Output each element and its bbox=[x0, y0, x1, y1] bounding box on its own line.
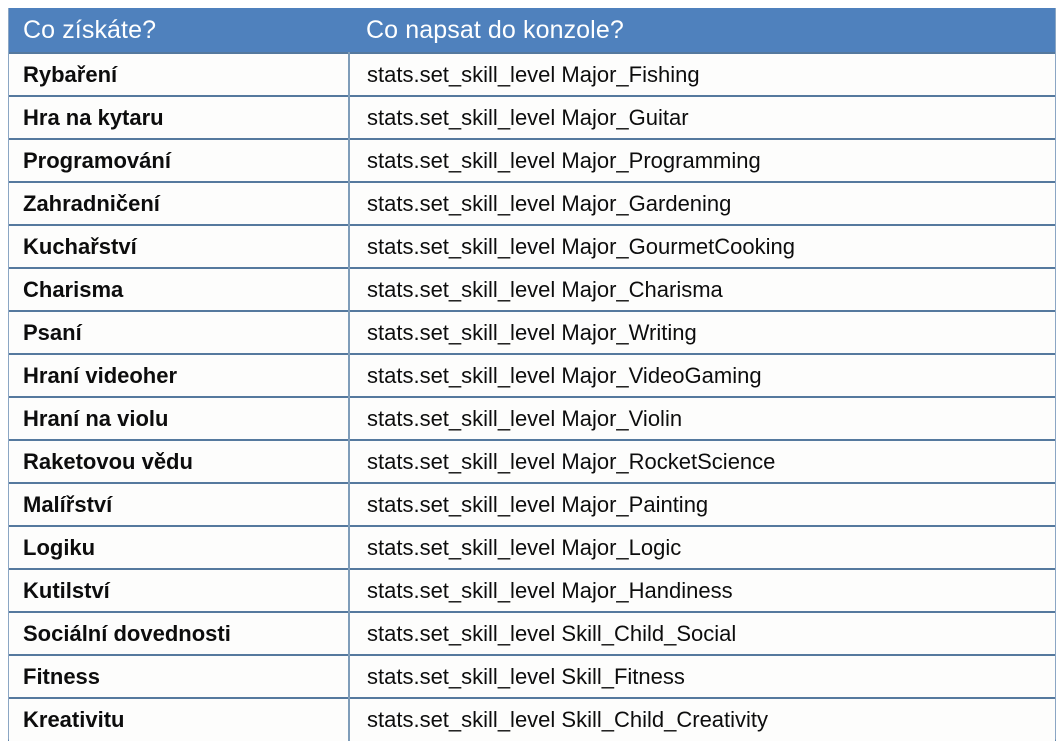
cell-cheat-command: stats.set_skill_level Major_Fishing bbox=[349, 52, 1055, 96]
cell-cheat-command: stats.set_skill_level Major_Programming bbox=[349, 138, 1055, 182]
cell-skill-name: Hraní na violu bbox=[9, 396, 350, 440]
cell-cheat-command: stats.set_skill_level Major_Guitar bbox=[349, 95, 1055, 139]
table-row: Kuchařství stats.set_skill_level Major_Go… bbox=[9, 224, 1055, 268]
cell-skill-name: Logiku bbox=[9, 525, 350, 569]
cell-skill-name: Programování bbox=[9, 138, 350, 182]
table-row: Hra na kytaru stats.set_skill_level Major… bbox=[9, 95, 1055, 139]
cell-cheat-command: stats.set_skill_level Major_Gardening bbox=[349, 181, 1055, 225]
cell-cheat-command: stats.set_skill_level Major_GourmetCooki… bbox=[349, 224, 1055, 268]
table-row: Charisma stats.set_skill_level Major_Char… bbox=[9, 267, 1055, 311]
cell-cheat-command: stats.set_skill_level Major_Logic bbox=[349, 525, 1055, 569]
cell-skill-name: Kuchařství bbox=[9, 224, 350, 268]
cell-cheat-command: stats.set_skill_level Major_VideoGaming bbox=[349, 353, 1055, 397]
table-row: Hraní na violu stats.set_skill_level Majo… bbox=[9, 396, 1055, 440]
cell-cheat-command: stats.set_skill_level Major_Painting bbox=[349, 482, 1055, 526]
cell-skill-name: Psaní bbox=[9, 310, 350, 354]
cell-skill-name: Hraní videoher bbox=[9, 353, 350, 397]
cell-skill-name: Fitness bbox=[9, 654, 350, 698]
table-header-row: Co získáte? Co napsat do konzole? bbox=[9, 8, 1055, 53]
table-body: Rybaření stats.set_skill_level Major_Fish… bbox=[9, 52, 1055, 741]
cell-skill-name: Zahradničení bbox=[9, 181, 350, 225]
skills-cheats-table-container: Co získáte? Co napsat do konzole? Rybaře… bbox=[8, 8, 1056, 741]
table-row: Kreativitu stats.set_skill_level Skill_Ch… bbox=[9, 697, 1055, 741]
cell-skill-name: Raketovou vědu bbox=[9, 439, 350, 483]
table-row: Hraní videoher stats.set_skill_level Majo… bbox=[9, 353, 1055, 397]
table-row: Zahradničení stats.set_skill_level Major_… bbox=[9, 181, 1055, 225]
cell-cheat-command: stats.set_skill_level Major_Violin bbox=[349, 396, 1055, 440]
cell-skill-name: Malířství bbox=[9, 482, 350, 526]
table-row: Malířství stats.set_skill_level Major_Pai… bbox=[9, 482, 1055, 526]
skills-cheats-table: Co získáte? Co napsat do konzole? Rybaře… bbox=[9, 8, 1055, 741]
cell-cheat-command: stats.set_skill_level Major_Writing bbox=[349, 310, 1055, 354]
cell-skill-name: Charisma bbox=[9, 267, 350, 311]
cell-cheat-command: stats.set_skill_level Skill_Child_Creati… bbox=[349, 697, 1055, 741]
table-row: Logiku stats.set_skill_level Major_Logic bbox=[9, 525, 1055, 569]
table-row: Sociální dovednosti stats.set_skill_level… bbox=[9, 611, 1055, 655]
cell-skill-name: Sociální dovednosti bbox=[9, 611, 350, 655]
column-header-skill: Co získáte? bbox=[9, 8, 349, 53]
cell-cheat-command: stats.set_skill_level Major_RocketScienc… bbox=[349, 439, 1055, 483]
table-row: Fitness stats.set_skill_level Skill_Fitne… bbox=[9, 654, 1055, 698]
table-header: Co získáte? Co napsat do konzole? bbox=[9, 8, 1055, 53]
cell-cheat-command: stats.set_skill_level Skill_Fitness bbox=[349, 654, 1055, 698]
table-row: Kutilství stats.set_skill_level Major_Han… bbox=[9, 568, 1055, 612]
cell-skill-name: Kutilství bbox=[9, 568, 350, 612]
cell-skill-name: Hra na kytaru bbox=[9, 95, 350, 139]
cell-cheat-command: stats.set_skill_level Major_Handiness bbox=[349, 568, 1055, 612]
cell-skill-name: Kreativitu bbox=[9, 697, 350, 741]
cell-skill-name: Rybaření bbox=[9, 52, 350, 96]
cell-cheat-command: stats.set_skill_level Skill_Child_Social bbox=[349, 611, 1055, 655]
cell-cheat-command: stats.set_skill_level Major_Charisma bbox=[349, 267, 1055, 311]
column-header-cheat: Co napsat do konzole? bbox=[349, 8, 1055, 53]
table-row: Rybaření stats.set_skill_level Major_Fish… bbox=[9, 52, 1055, 96]
table-row: Psaní stats.set_skill_level Major_Writing bbox=[9, 310, 1055, 354]
table-row: Programování stats.set_skill_level Major_… bbox=[9, 138, 1055, 182]
table-row: Raketovou vědu stats.set_skill_level Majo… bbox=[9, 439, 1055, 483]
